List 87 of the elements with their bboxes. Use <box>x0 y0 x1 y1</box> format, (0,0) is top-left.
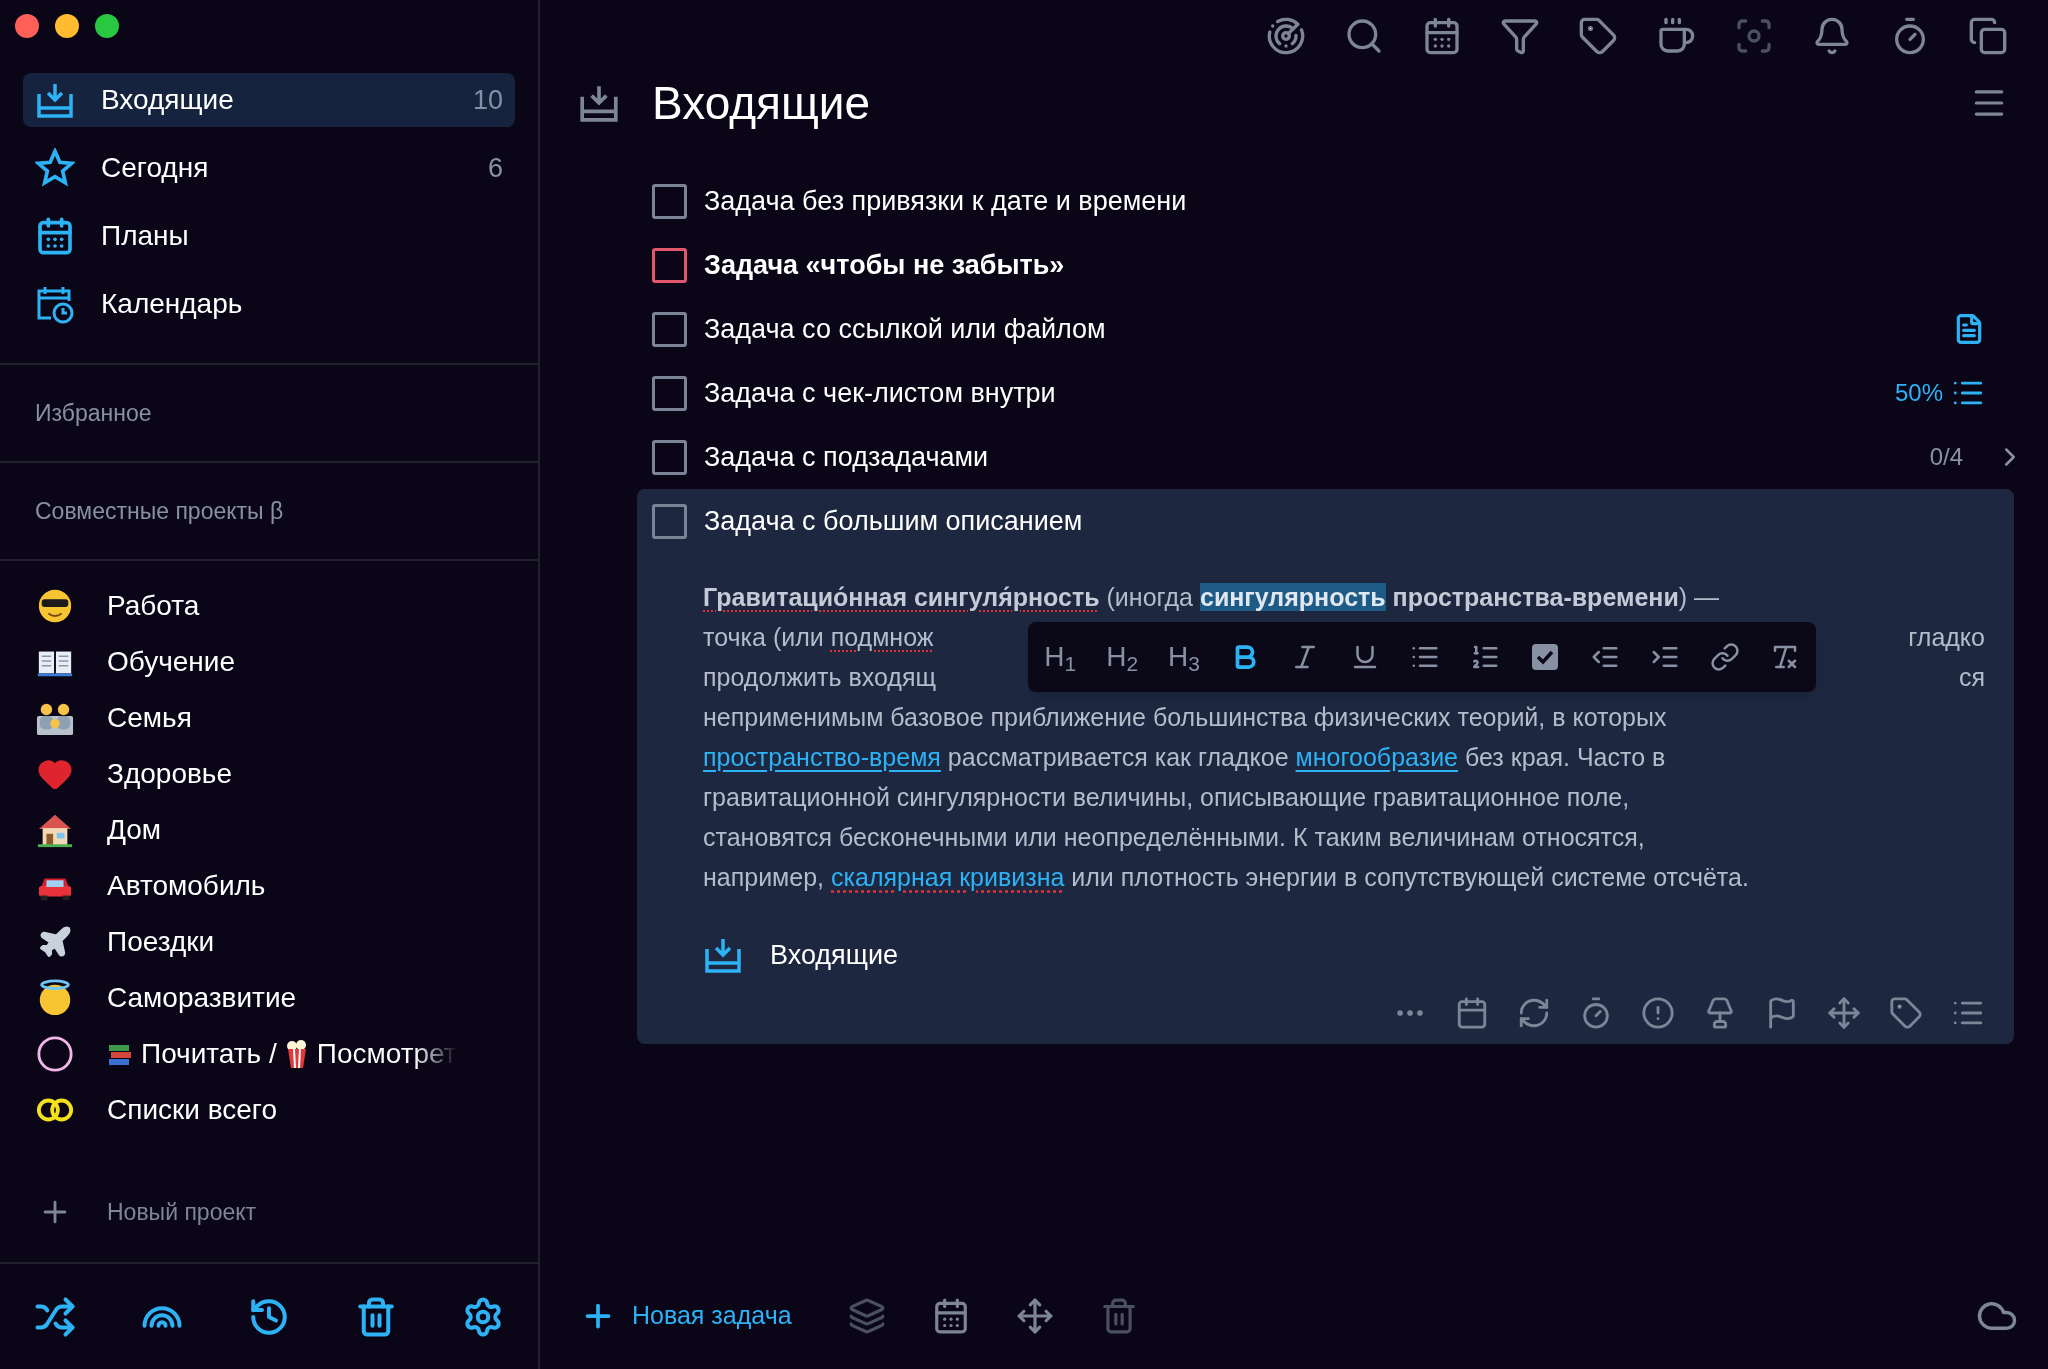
move-icon[interactable] <box>1827 995 1861 1030</box>
project-label[interactable]: Входящие <box>770 935 898 976</box>
project-label: Здоровье <box>107 757 232 791</box>
heading-button[interactable]: H$_{3}$ <box>1168 643 1200 671</box>
close-window-button[interactable] <box>15 14 39 38</box>
sidebar-item[interactable]: Планы <box>23 209 515 263</box>
checkbox[interactable] <box>652 439 687 475</box>
ring-icon <box>36 1035 74 1073</box>
heading-button[interactable]: H$_{2}$ <box>1106 643 1139 671</box>
calendar-icon <box>35 216 75 256</box>
settings-icon[interactable] <box>462 1295 504 1338</box>
zoom-window-button[interactable] <box>95 14 119 38</box>
project-item[interactable]: Автомобиль <box>35 867 538 905</box>
task-title[interactable]: Задача «чтобы не забыть» <box>704 244 1065 286</box>
page-title: Входящие <box>652 75 872 131</box>
project-label: Списки всего <box>107 1093 277 1127</box>
text-line: продолжить входящ <box>703 662 936 693</box>
task-title[interactable]: Задача с большим описанием <box>704 500 1083 542</box>
minimize-window-button[interactable] <box>55 14 79 38</box>
project-label: Обучение <box>107 645 236 679</box>
text-line: гравитационной сингулярности величины, описывающие гравитационное поле, <box>703 782 1631 813</box>
subtask-count: 0/4 <box>1929 442 1963 472</box>
star-icon <box>35 148 75 188</box>
count-text: 6 <box>487 151 503 185</box>
project-item[interactable]: Здоровье <box>35 755 538 793</box>
task-row[interactable]: Задача с подзадачами 0/4 <box>652 425 1985 489</box>
project-label: Почитать / <box>141 1037 277 1071</box>
task-row[interactable]: Задача со ссылкой или файлом <box>652 297 1985 361</box>
progress-text: 50% <box>1894 378 1943 408</box>
checkbox[interactable] <box>652 375 687 411</box>
alert-icon[interactable] <box>1641 995 1675 1030</box>
text-line: Гравитацио́нная сингуля́рность (иногда сингулярность пространства-времени) — <box>703 582 1721 613</box>
section-heading[interactable]: Совместные проекты β <box>35 493 284 529</box>
text-line: пространство-время рассматривается как гладкое многообразие без края. Часто в <box>703 742 1667 773</box>
section-heading[interactable]: Избранное <box>35 395 152 431</box>
checkbox-icon[interactable] <box>1530 642 1560 672</box>
project-item[interactable]: Саморазвитие <box>35 979 538 1017</box>
checkbox[interactable] <box>652 183 687 219</box>
link[interactable]: пространство-время <box>703 743 941 771</box>
new-task-button[interactable]: Новая задача <box>580 1296 792 1335</box>
task-row[interactable]: Задача без привязки к дате и времени <box>652 169 1985 233</box>
heading-button[interactable]: H$_{1}$ <box>1044 643 1077 671</box>
sidebar-item[interactable]: Входящие 10 <box>23 73 515 127</box>
project-label: Автомобиль <box>107 869 266 903</box>
checkbox[interactable] <box>652 311 687 347</box>
link[interactable]: скалярная кривизна <box>831 863 1065 891</box>
link[interactable]: многообразие <box>1295 743 1458 771</box>
text-line: становятся бесконечными или неопределёнными. К таким величинам относятся, <box>703 822 1646 853</box>
sidebar-item[interactable]: Календарь <box>23 277 515 331</box>
task-title[interactable]: Задача с подзадачами <box>704 436 989 478</box>
text-line: ся <box>1958 662 1985 693</box>
project-item[interactable]: Дом <box>35 811 538 849</box>
calendar-icon[interactable] <box>1455 995 1489 1030</box>
project-label: Поездки <box>107 925 215 959</box>
project-label: Дом <box>107 813 162 847</box>
link-icon[interactable] <box>1710 642 1740 672</box>
sidebar-item[interactable]: Сегодня 6 <box>23 141 515 195</box>
tag-icon[interactable] <box>1889 995 1923 1030</box>
task-title[interactable]: Задача без привязки к дате и времени <box>704 180 1187 222</box>
shuffle-icon[interactable] <box>34 1295 76 1338</box>
task-title[interactable]: Задача с чек-листом внутри <box>704 372 1056 414</box>
text-line: например, скалярная кривизна или плотность энергии в сопутствующей системе отсчёта. <box>703 862 1750 893</box>
airplane-icon <box>37 924 73 960</box>
checkbox[interactable] <box>652 247 687 283</box>
popcorn-icon <box>284 1039 309 1069</box>
project-item[interactable]: Работа <box>35 587 538 625</box>
text-line: неприменимым базовое приближение большинства физических теорий, в которых <box>703 702 1668 733</box>
project-item[interactable]: Почитать / Посмотрет <box>35 1035 538 1073</box>
task-title[interactable]: Задача со ссылкой или файлом <box>704 308 1106 350</box>
project-item[interactable]: Обучение <box>35 643 538 681</box>
task-row[interactable]: Задача с чек-листом внутри 50% <box>652 361 1985 425</box>
checkbox[interactable] <box>652 503 687 539</box>
text-line: гладко <box>1908 622 1985 653</box>
move-icon[interactable] <box>1015 1296 1054 1335</box>
project-item[interactable]: Списки всего <box>35 1091 538 1129</box>
task-row[interactable]: Задача «чтобы не забыть» <box>652 233 1985 297</box>
new-project-button[interactable]: Новый проект <box>35 1193 538 1231</box>
trash-icon[interactable] <box>355 1295 397 1338</box>
project-label: Саморазвитие <box>107 981 297 1015</box>
project-label: Семья <box>107 701 192 735</box>
project-item[interactable]: Семья <box>35 699 538 737</box>
calendar-clock-icon <box>35 284 75 324</box>
project-item[interactable]: Поездки <box>35 923 538 961</box>
count-text: 10 <box>472 83 503 117</box>
project-label: Работа <box>107 589 200 623</box>
sunglasses-emoji-icon <box>36 587 74 625</box>
text-line: точка (или подмнож <box>703 622 935 653</box>
